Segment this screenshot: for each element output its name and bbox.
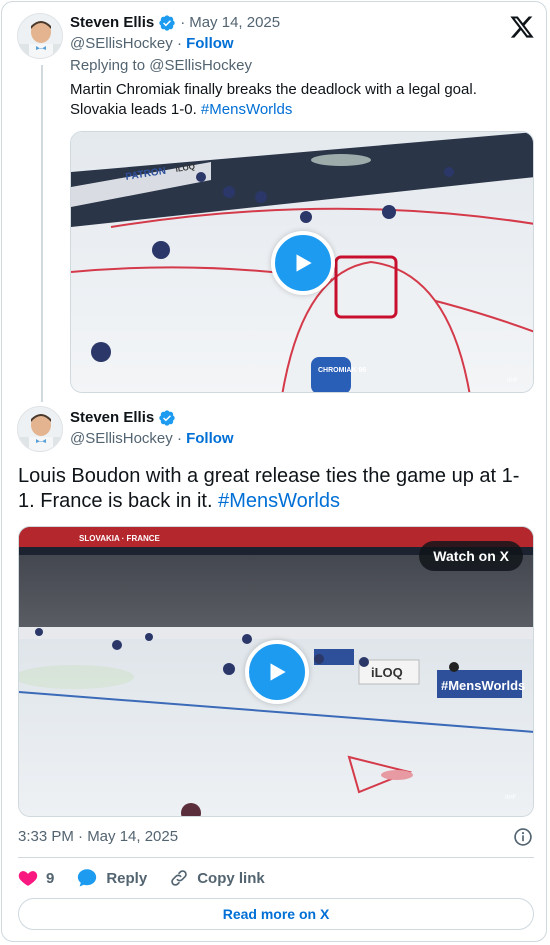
avatar-image <box>18 407 62 451</box>
verified-badge-icon <box>158 14 176 32</box>
read-more-button[interactable]: Read more on X <box>18 898 534 930</box>
hashtag-link[interactable]: #MensWorlds <box>201 101 292 118</box>
reply-label: Reply <box>106 869 148 887</box>
board-text-3: SLOVAKIA · FRANCE <box>79 534 161 543</box>
board-text-2: iLOQ <box>371 665 403 680</box>
copy-link-button[interactable]: Copy link <box>169 868 265 888</box>
heart-icon <box>18 871 38 886</box>
play-icon <box>296 254 312 272</box>
watermark: IIHF <box>507 378 519 384</box>
copy-link-label: Copy link <box>197 869 265 887</box>
author-name[interactable]: Steven Ellis <box>70 13 154 33</box>
tweet-embed-card: Steven Ellis · May 14, 2025 @SEllisHocke… <box>1 1 547 942</box>
author-name[interactable]: Steven Ellis <box>70 408 154 428</box>
tweet-timestamp[interactable]: 3:33 PM · May 14, 2025 <box>18 827 178 847</box>
x-logo-icon[interactable] <box>509 14 535 40</box>
play-icon <box>270 663 286 681</box>
like-count: 9 <box>46 869 55 887</box>
link-icon <box>171 870 187 886</box>
dot-separator: · <box>176 430 182 447</box>
avatar[interactable] <box>17 406 63 452</box>
author-handle[interactable]: @SEllisHockey <box>70 430 173 447</box>
quoted-video[interactable]: PATRON iLOQ CHROMIAK 96 IIHF <box>70 131 534 393</box>
action-bar: 9 Reply Copy link <box>18 866 287 890</box>
avatar-image <box>18 14 62 58</box>
board-text: #MensWorlds <box>441 678 525 693</box>
main-handle-row: @SEllisHockey · Follow <box>70 429 234 449</box>
replying-to-label[interactable]: Replying to @SEllisHockey <box>70 56 252 76</box>
play-button[interactable] <box>271 231 335 295</box>
follow-link[interactable]: Follow <box>186 430 234 447</box>
quoted-handle-row: @SEllisHockey · Follow <box>70 34 234 54</box>
reply-bubble-icon <box>78 869 97 887</box>
info-icon[interactable] <box>513 827 533 847</box>
watermark: IIHF <box>505 795 517 801</box>
watch-on-x-button[interactable]: Watch on X <box>419 541 523 571</box>
play-button[interactable] <box>245 640 309 704</box>
main-tweet-text: Louis Boudon with a great release ties t… <box>18 464 528 514</box>
main-video[interactable]: SLOVAKIA · FRANCE iLOQ #MensWorlds IIHF … <box>18 526 534 817</box>
verified-badge-icon <box>158 409 176 427</box>
dot-separator: · <box>176 35 182 52</box>
reply-button[interactable]: Reply <box>76 867 147 889</box>
dot-separator: · <box>180 14 186 31</box>
divider <box>18 857 534 858</box>
avatar[interactable] <box>17 13 63 59</box>
jersey-text: CHROMIAK 96 <box>318 367 366 374</box>
author-handle[interactable]: @SEllisHockey <box>70 35 173 52</box>
hashtag-link[interactable]: #MensWorlds <box>218 490 340 512</box>
quoted-tweet-text: Martin Chromiak finally breaks the deadl… <box>70 80 510 120</box>
like-button[interactable]: 9 <box>18 868 54 888</box>
quoted-author-row: Steven Ellis · May 14, 2025 <box>70 13 280 33</box>
main-author-row: Steven Ellis <box>70 408 176 428</box>
thread-connector <box>41 65 43 402</box>
follow-link[interactable]: Follow <box>186 35 234 52</box>
tweet-date[interactable]: May 14, 2025 <box>189 13 280 33</box>
